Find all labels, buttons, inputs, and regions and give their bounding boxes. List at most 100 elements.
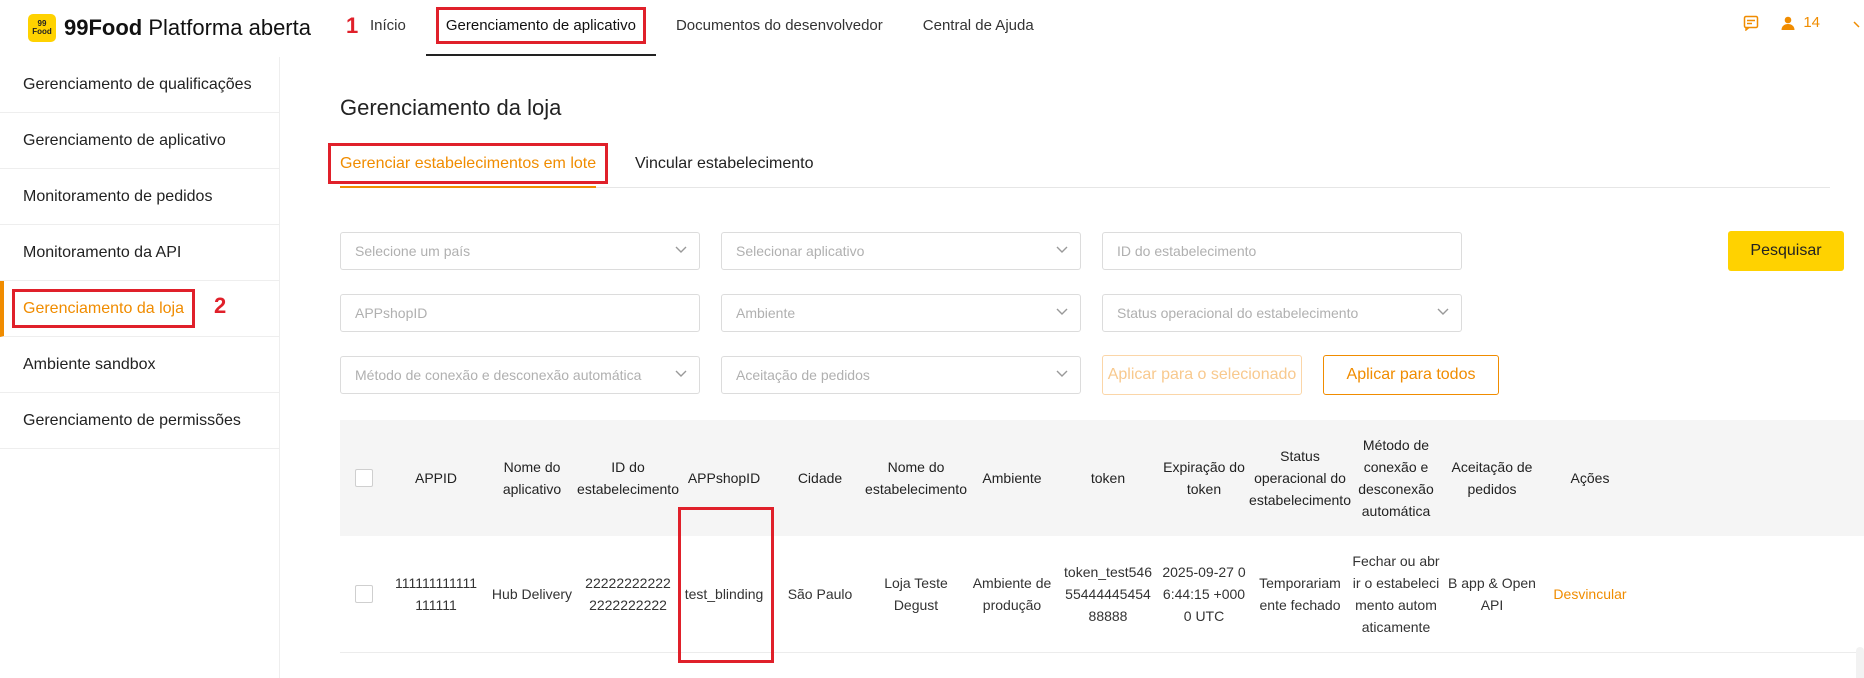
cell-app-name: Hub Delivery	[491, 586, 573, 602]
chevron-down-icon	[1056, 308, 1068, 315]
callout-1: 1	[346, 13, 359, 38]
operational-status-placeholder: Status operacional do estabelecimento	[1117, 305, 1359, 321]
header-token[interactable]: token	[1060, 420, 1156, 536]
header-token-expiry[interactable]: Expiração do token	[1156, 420, 1252, 536]
unlink-link[interactable]: Desvincular	[1553, 583, 1626, 605]
header-environment[interactable]: Ambiente	[964, 420, 1060, 536]
tab-label: Gerenciar estabelecimentos em lote	[327, 143, 609, 184]
user-menu[interactable]: 14	[1781, 14, 1820, 31]
brand-name-bold: 99Food	[64, 15, 143, 40]
sidebar-item-api[interactable]: Monitoramento da API	[0, 225, 279, 281]
table-row: 111111111111111111 Hub Delivery 22222222…	[340, 536, 1864, 653]
tab-vincular[interactable]: Vincular estabelecimento	[635, 143, 813, 188]
chevron-down-icon	[1437, 308, 1449, 315]
search-button[interactable]: Pesquisar	[1728, 231, 1844, 271]
chevron-down-icon[interactable]	[1852, 20, 1864, 30]
tab-gerenciar-lote[interactable]: Gerenciar estabelecimentos em lote	[327, 143, 609, 188]
order-acceptance-placeholder: Aceitação de pedidos	[736, 367, 870, 383]
country-select-placeholder: Selecione um país	[355, 243, 471, 259]
order-acceptance-select[interactable]: Aceitação de pedidos	[721, 356, 1081, 394]
select-all-checkbox[interactable]	[355, 469, 373, 487]
cell-connection-method: Fechar ou abrir o estabelecimento automa…	[1352, 553, 1440, 635]
header-store-name[interactable]: Nome do estabelecimento	[865, 420, 967, 536]
brand-logo[interactable]: 99 Food 99Food Platforma aberta	[28, 14, 311, 42]
sidebar-item-label: Gerenciamento de qualificações	[23, 76, 252, 93]
table-header: APPID Nome do aplicativo ID do estabelec…	[340, 420, 1864, 536]
app-select-placeholder: Selecionar aplicativo	[736, 243, 865, 259]
top-bar: 99 Food 99Food Platforma aberta Início G…	[0, 0, 1864, 56]
top-nav: Início Gerenciamento de aplicativo Docum…	[350, 0, 1054, 56]
app-select[interactable]: Selecionar aplicativo	[721, 232, 1081, 270]
sidebar-item-sandbox[interactable]: Ambiente sandbox	[0, 337, 279, 393]
sidebar: Gerenciamento de qualificações Gerenciam…	[0, 57, 280, 678]
store-id-input[interactable]: ID do estabelecimento	[1102, 232, 1462, 270]
apply-selected-button[interactable]: Aplicar para o selecionado	[1102, 355, 1302, 395]
nav-item-inicio[interactable]: Início	[350, 0, 426, 56]
sidebar-item-label: Gerenciamento de permissões	[23, 412, 241, 429]
sidebar-item-label: Gerenciamento de aplicativo	[23, 132, 226, 149]
tab-label: Vincular estabelecimento	[635, 155, 814, 172]
logo-icon: 99 Food	[28, 14, 56, 42]
store-id-placeholder: ID do estabelecimento	[1117, 243, 1257, 259]
logo-mark-line2: Food	[32, 27, 52, 36]
sidebar-item-pedidos[interactable]: Monitoramento de pedidos	[0, 169, 279, 225]
environment-select[interactable]: Ambiente	[721, 294, 1081, 332]
connection-method-select[interactable]: Método de conexão e desconexão automátic…	[340, 356, 700, 394]
nav-item-gerenciamento-aplicativo[interactable]: Gerenciamento de aplicativo	[425, 0, 656, 56]
sidebar-item-label: Monitoramento da API	[23, 244, 182, 261]
chevron-down-icon	[675, 370, 687, 377]
page-title: Gerenciamento da loja	[340, 95, 562, 120]
main-content: Gerenciamento da loja Gerenciar estabele…	[280, 57, 1864, 678]
header-city[interactable]: Cidade	[772, 420, 868, 536]
appshopid-column-highlight	[678, 507, 774, 663]
apply-all-button[interactable]: Aplicar para todos	[1323, 355, 1499, 395]
cell-city: São Paulo	[787, 586, 853, 602]
sidebar-item-permissoes[interactable]: Gerenciamento de permissões	[0, 393, 279, 449]
cell-appid: 111111111111111111	[394, 575, 477, 613]
cell-store-name: Loja Teste Degust	[884, 575, 948, 613]
message-icon[interactable]	[1743, 15, 1759, 31]
nav-item-documentos[interactable]: Documentos do desenvolvedor	[656, 0, 903, 56]
connection-method-placeholder: Método de conexão e desconexão automátic…	[355, 367, 642, 383]
user-count: 14	[1803, 14, 1820, 31]
user-icon	[1781, 16, 1795, 30]
country-select[interactable]: Selecione um país	[340, 232, 700, 270]
chevron-down-icon	[1056, 246, 1068, 253]
sidebar-item-label: Monitoramento de pedidos	[23, 188, 213, 205]
header-select-cell	[340, 420, 388, 536]
appshop-id-input[interactable]: APPshopID	[340, 294, 700, 332]
sidebar-item-label: Gerenciamento da loja	[12, 289, 195, 328]
header-actions: Ações	[1570, 470, 1610, 486]
chevron-down-icon	[675, 246, 687, 253]
top-right-tools: 14	[1743, 14, 1820, 31]
cell-token-expiry: 2025-09-27 06:44:15 +0000 UTC	[1162, 564, 1246, 624]
header-order-acceptance[interactable]: Aceitação de pedidos	[1444, 420, 1540, 536]
cell-environment: Ambiente de produção	[972, 575, 1052, 613]
nav-label: Início	[370, 17, 406, 34]
nav-label: Central de Ajuda	[922, 17, 1034, 34]
row-checkbox[interactable]	[355, 585, 373, 603]
nav-label: Documentos do desenvolvedor	[675, 17, 883, 34]
operational-status-select[interactable]: Status operacional do estabelecimento	[1102, 294, 1462, 332]
nav-item-central-ajuda[interactable]: Central de Ajuda	[903, 0, 1054, 56]
sidebar-item-label: Ambiente sandbox	[23, 356, 156, 373]
brand-name-rest: Platforma aberta	[142, 15, 311, 40]
horizontal-scroll-handle[interactable]	[1856, 647, 1864, 678]
sidebar-item-qualificacoes[interactable]: Gerenciamento de qualificações	[0, 57, 279, 113]
cell-operational-status: Temporariamente fechado	[1259, 575, 1341, 613]
sidebar-item-loja[interactable]: Gerenciamento da loja	[0, 281, 279, 337]
sidebar-item-aplicativo[interactable]: Gerenciamento de aplicativo	[0, 113, 279, 169]
header-operational-status[interactable]: Status operacional do estabelecimento	[1249, 420, 1351, 536]
cell-store-id: 222222222222222222222	[585, 575, 671, 613]
header-appid[interactable]: APPID	[388, 420, 484, 536]
nav-label: Gerenciamento de aplicativo	[435, 7, 646, 44]
cell-actions: Desvincular	[1540, 536, 1640, 652]
header-connection-method[interactable]: Método de conexão e desconexão automátic…	[1348, 420, 1444, 536]
header-app-name[interactable]: Nome do aplicativo	[484, 420, 580, 536]
header-store-id[interactable]: ID do estabelecimento	[577, 420, 679, 536]
tabs: Gerenciar estabelecimentos em lote Vincu…	[327, 143, 1830, 188]
chevron-down-icon	[1056, 370, 1068, 377]
appshop-id-placeholder: APPshopID	[355, 305, 428, 321]
row-select-cell	[340, 536, 388, 652]
environment-select-placeholder: Ambiente	[736, 305, 796, 321]
